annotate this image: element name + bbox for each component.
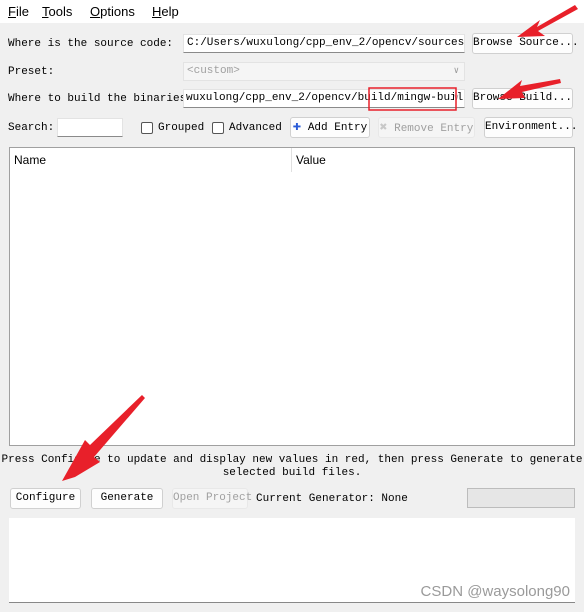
- highlight-box: [368, 87, 457, 111]
- annotation-overlay: [62, 5, 578, 481]
- arrow-icon: [498, 79, 561, 99]
- arrow-icon: [62, 395, 145, 481]
- arrow-icon: [517, 5, 578, 37]
